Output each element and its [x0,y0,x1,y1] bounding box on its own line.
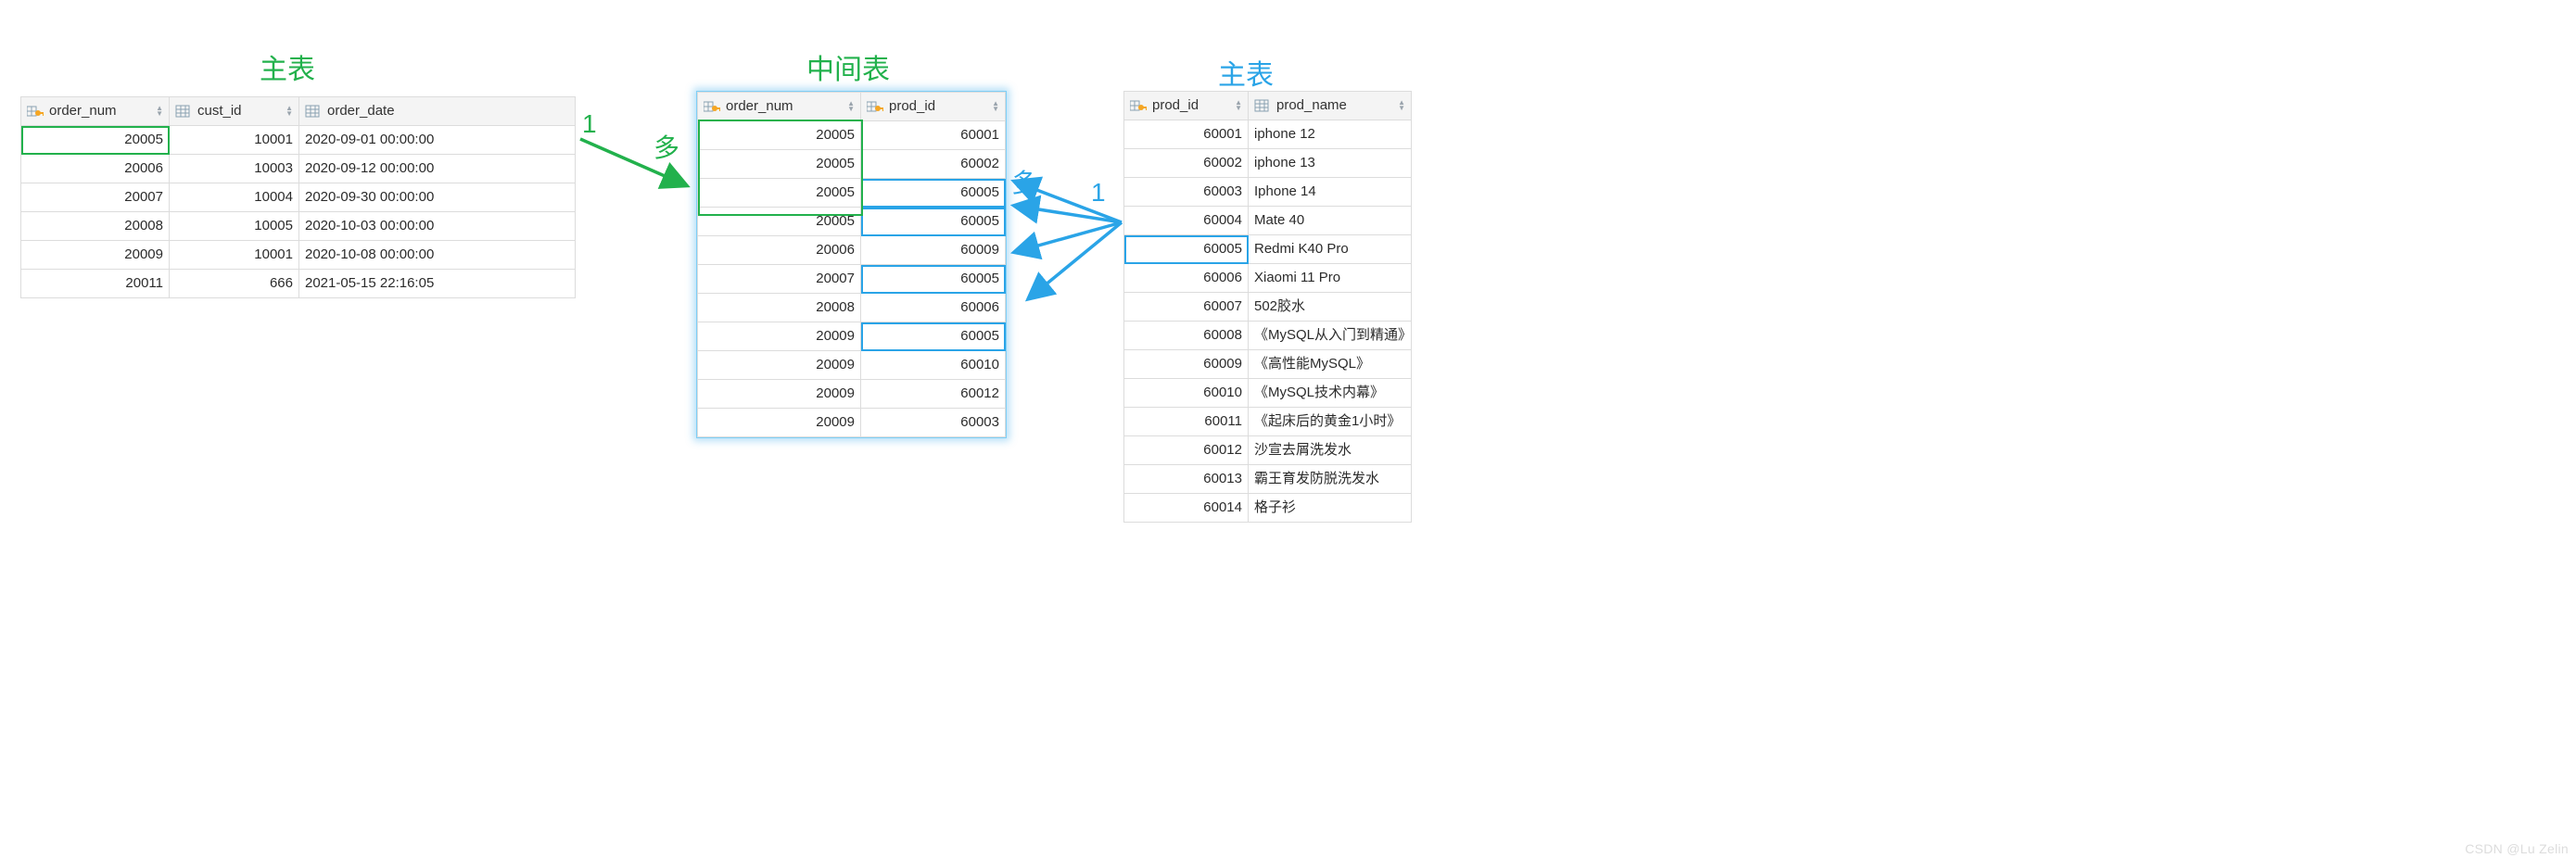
heading-left: 主表 [260,46,315,87]
table-order-products-panel: order_num ▲▼ prod_id ▲▼ 2000560001 20005… [696,91,1007,438]
table-row: 200116662021-05-15 22:16:05 [21,270,576,298]
label-many-left: 多 [654,128,679,165]
table-row: 20007100042020-09-30 00:00:00 [21,183,576,212]
table-row: 20006100032020-09-12 00:00:00 [21,155,576,183]
key-icon [704,99,720,114]
label-one-left: 1 [582,109,597,139]
table-row: 60004Mate 40 [1124,207,1412,235]
sort-icon[interactable]: ▲▼ [844,101,855,112]
table-row: 2000560005 [698,208,1006,236]
col-header[interactable]: order_num ▲▼ [698,93,861,121]
col-header[interactable]: prod_id ▲▼ [1124,92,1249,120]
table-row: 60007502胶水 [1124,293,1412,322]
label-many-right: 多 [1011,163,1037,200]
table-row: 2000560002 [698,150,1006,179]
sort-icon[interactable]: ▲▼ [988,101,999,112]
column-icon [175,104,192,119]
sort-icon[interactable]: ▲▼ [1394,100,1405,111]
col-header[interactable]: prod_id ▲▼ [861,93,1006,121]
key-icon [1130,98,1147,113]
col-header[interactable]: cust_id ▲▼ [170,97,299,126]
heading-right: 主表 [1218,52,1274,93]
column-icon [305,104,322,119]
table-row: 20009100012020-10-08 00:00:00 [21,241,576,270]
table-row: 60014格子衫 [1124,494,1412,523]
diagram-page: 主表 中间表 主表 order_num ▲▼ [0,0,2576,858]
table-row: 60005Redmi K40 Pro [1124,235,1412,264]
table-row: 60003Iphone 14 [1124,178,1412,207]
table-row: 2000960010 [698,351,1006,380]
table-order-products: order_num ▲▼ prod_id ▲▼ 2000560001 20005… [697,92,1006,437]
table-row: 60010《MySQL技术内幕》 [1124,379,1412,408]
label-one-right: 1 [1091,178,1106,208]
key-icon [27,104,44,119]
key-icon [867,99,883,114]
col-header[interactable]: prod_name ▲▼ [1249,92,1412,120]
table-row: 2000660009 [698,236,1006,265]
col-header[interactable]: order_date [299,97,576,126]
table-products-panel: prod_id ▲▼ prod_name ▲▼ 60001iphone 12 6… [1123,91,1412,523]
sort-icon[interactable]: ▲▼ [152,106,163,117]
table-products: prod_id ▲▼ prod_name ▲▼ 60001iphone 12 6… [1123,91,1412,523]
sort-icon[interactable]: ▲▼ [1231,100,1242,111]
table-row: 20008100052020-10-03 00:00:00 [21,212,576,241]
table-orders-panel: order_num ▲▼ cust_id ▲▼ order_date [20,96,576,298]
table-row: 60008《MySQL从入门到精通》 [1124,322,1412,350]
table-orders: order_num ▲▼ cust_id ▲▼ order_date [20,96,576,298]
watermark: CSDN @Lu Zelin [2465,841,2569,856]
table-row: 2000960003 [698,409,1006,437]
table-row: 60009《高性能MySQL》 [1124,350,1412,379]
table-row: 60013霸王育发防脱洗发水 [1124,465,1412,494]
table-row: 60012沙宣去屑洗发水 [1124,436,1412,465]
table-row: 2000960005 [698,322,1006,351]
table-row: 60011《起床后的黄金1小时》 [1124,408,1412,436]
table-row: 2000960012 [698,380,1006,409]
table-row: 20005100012020-09-01 00:00:00 [21,126,576,155]
table-row: 2000760005 [698,265,1006,294]
table-row: 2000560001 [698,121,1006,150]
table-row: 60002iphone 13 [1124,149,1412,178]
table-row: 2000860006 [698,294,1006,322]
table-row: 2000560005 [698,179,1006,208]
table-row: 60001iphone 12 [1124,120,1412,149]
table-row: 60006Xiaomi 11 Pro [1124,264,1412,293]
column-icon [1254,98,1271,113]
col-header[interactable]: order_num ▲▼ [21,97,170,126]
sort-icon[interactable]: ▲▼ [282,106,293,117]
heading-middle: 中间表 [806,46,890,87]
